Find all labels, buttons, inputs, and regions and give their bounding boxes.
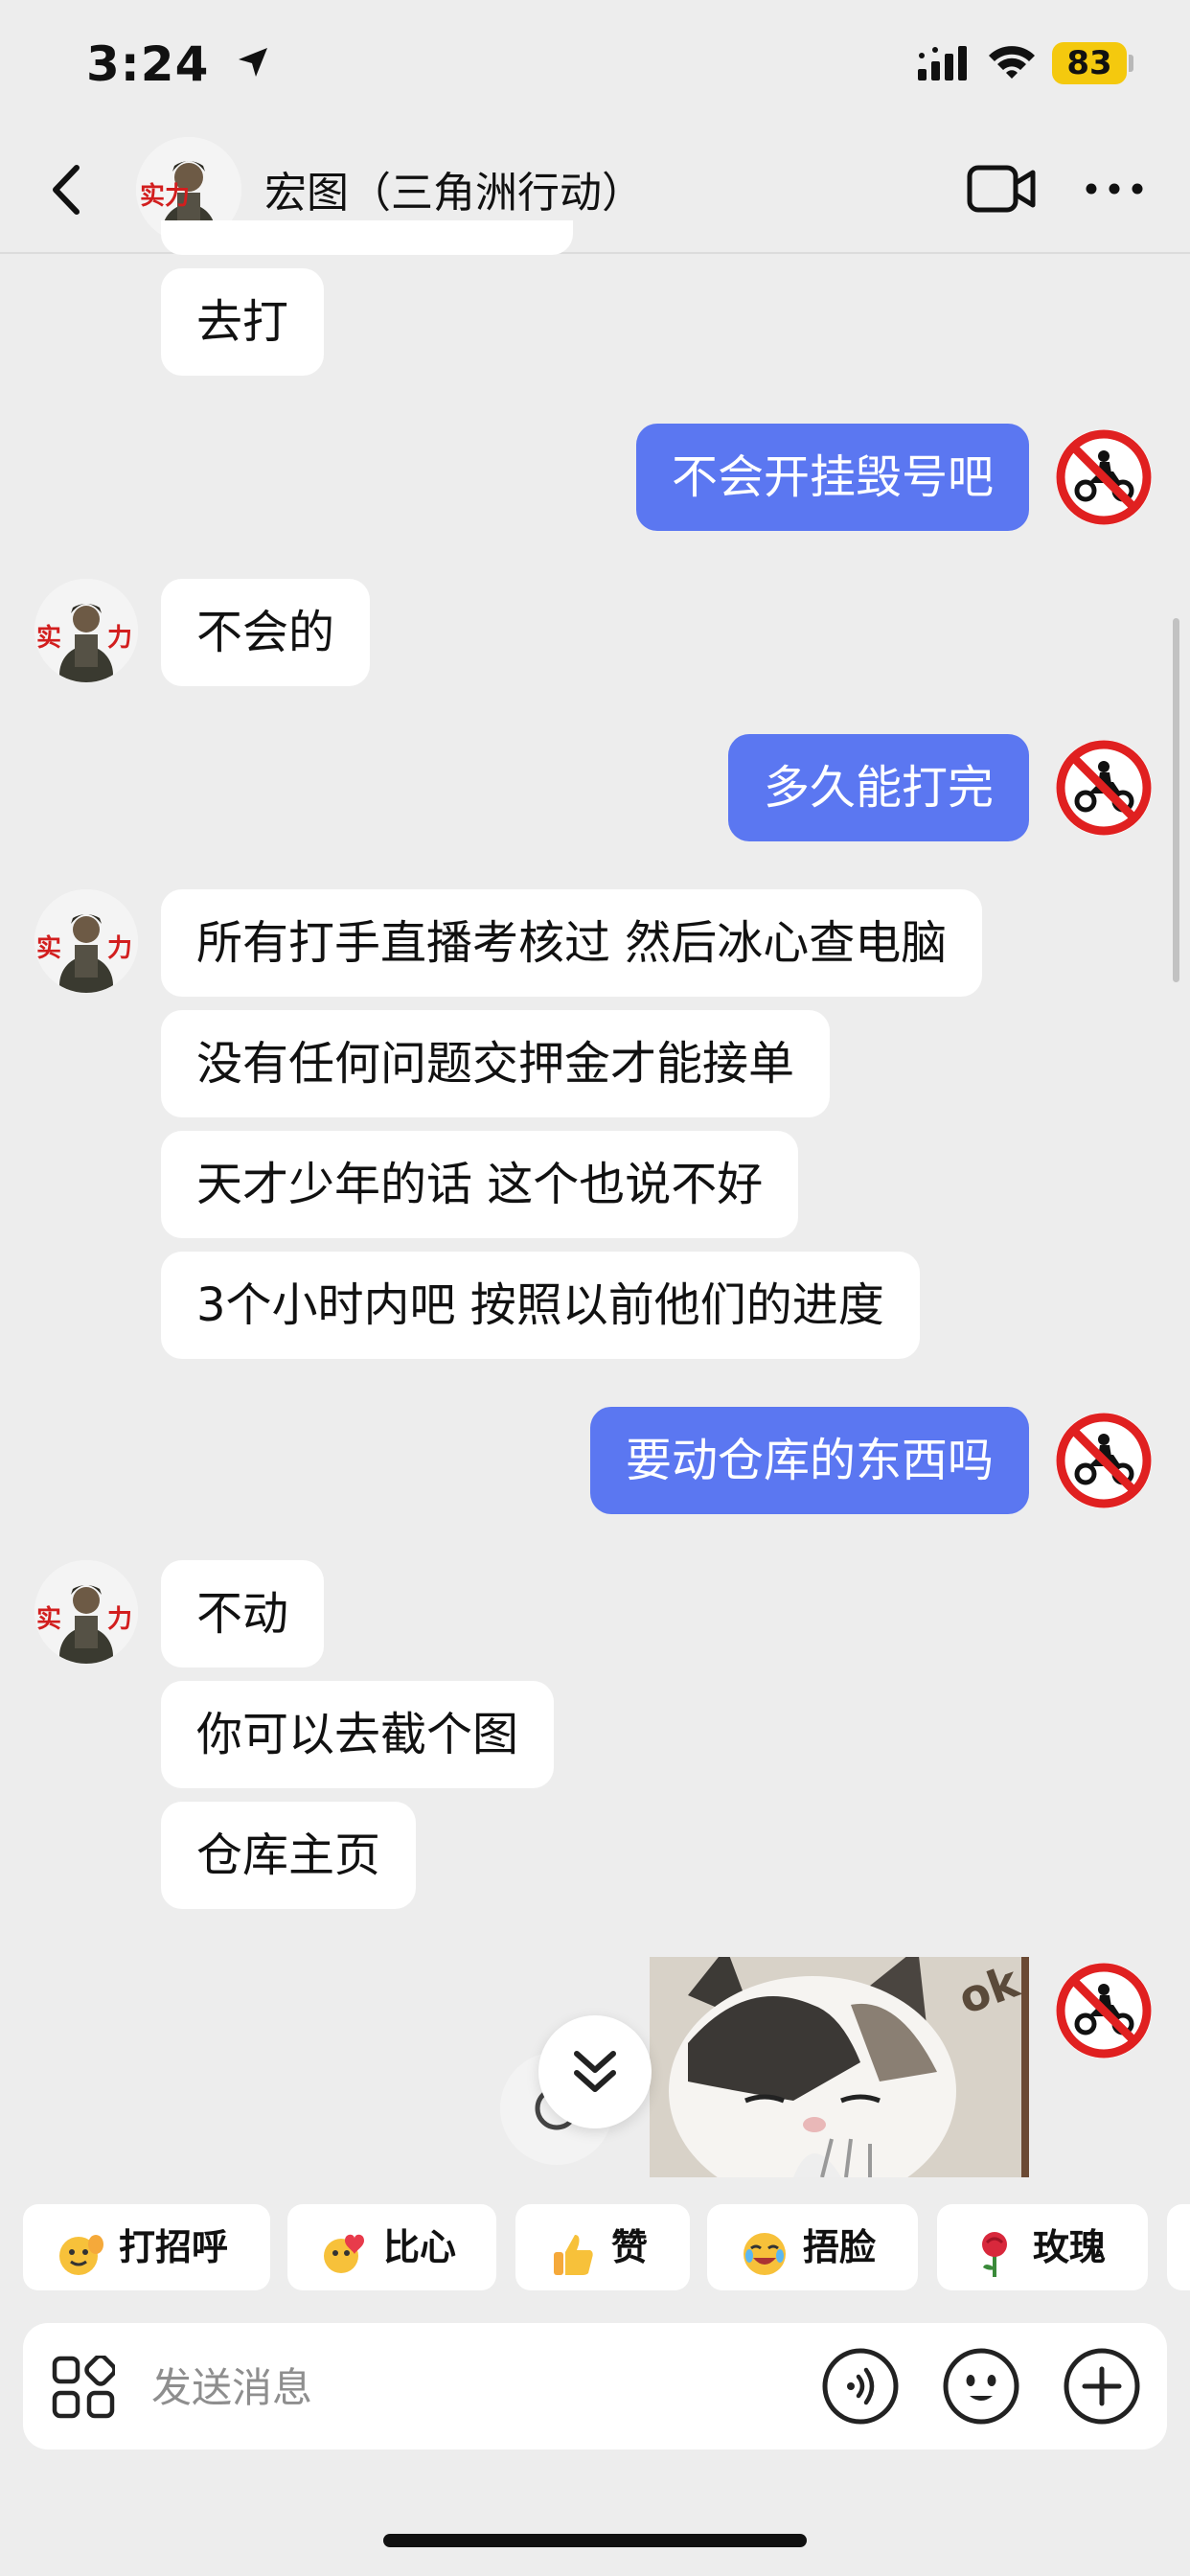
my-avatar[interactable] [1052, 1959, 1156, 2062]
wave-emoji-icon [56, 2223, 105, 2275]
chat-title: 宏图（三角洲行动） [264, 169, 644, 218]
svg-text:力: 力 [107, 624, 132, 653]
location-arrow-icon [235, 36, 271, 92]
status-bar: 3:24 83 [0, 0, 1190, 129]
message-bubble-incoming[interactable]: 不动 [161, 1560, 325, 1668]
contact-avatar-small[interactable]: 实 力 [34, 579, 138, 682]
svg-text:实: 实 [36, 933, 61, 963]
message-bubble-incoming[interactable]: 你可以去截个图 [161, 1681, 555, 1788]
avatar-badge-left: 实力 [140, 181, 190, 211]
quick-reply-chip-partial[interactable] [1167, 2204, 1190, 2290]
rose-emoji-icon [970, 2223, 1019, 2277]
plus-icon[interactable] [1062, 2346, 1142, 2426]
quick-reply-label: 捂脸 [803, 2226, 877, 2268]
message-bubble-incoming[interactable]: 去打 [161, 268, 325, 376]
message-bubble-outgoing[interactable]: 不会开挂毁号吧 [635, 424, 1029, 531]
battery-tip [1129, 55, 1133, 72]
wifi-icon [987, 42, 1037, 80]
contact-avatar-small[interactable]: 实 力 [34, 889, 138, 993]
scrollbar[interactable] [1173, 618, 1179, 982]
message-input[interactable] [149, 2352, 728, 2423]
no-motorcycle-icon [1056, 1413, 1152, 1508]
quick-reply-chip[interactable]: 打招呼 [23, 2204, 270, 2290]
message-bubble-outgoing[interactable]: 多久能打完 [727, 734, 1029, 841]
status-time-text: 3:24 [86, 36, 210, 92]
double-chevron-down-icon [574, 2051, 616, 2092]
message-bubble-incoming[interactable]: 3个小时内吧 按照以前他们的进度 [161, 1252, 920, 1359]
quick-reply-label: 玫瑰 [1033, 2226, 1107, 2268]
cellular-signal-icon [918, 46, 968, 80]
message-bubble-incoming[interactable]: 不会的 [161, 579, 371, 686]
no-motorcycle-icon [1056, 429, 1152, 525]
my-avatar[interactable] [1052, 736, 1156, 840]
battery-indicator: 83 [1052, 42, 1127, 84]
quick-reply-chip[interactable]: 玫瑰 [937, 2204, 1148, 2290]
quick-reply-label: 比心 [383, 2226, 457, 2268]
my-avatar[interactable] [1052, 1409, 1156, 1512]
svg-text:实: 实 [36, 1604, 61, 1634]
message-bubble-outgoing[interactable]: 要动仓库的东西吗 [589, 1407, 1029, 1514]
voice-input-icon[interactable] [820, 2346, 901, 2426]
contact-avatar-small[interactable]: 实 力 [34, 1560, 138, 1664]
heart-hands-emoji-icon [320, 2223, 370, 2273]
facepalm-emoji-icon [740, 2223, 790, 2275]
apps-grid-icon[interactable] [52, 2354, 117, 2419]
thumbs-up-emoji-icon [548, 2223, 598, 2275]
quick-reply-label: 赞 [611, 2226, 649, 2268]
no-motorcycle-icon [1056, 740, 1152, 836]
emoji-picker-icon[interactable] [941, 2346, 1021, 2426]
message-bubble-incoming[interactable]: 所有打手直播考核过 然后冰心查电脑 [161, 889, 983, 997]
quick-reply-label: 打招呼 [119, 2226, 229, 2268]
message-bubble-incoming[interactable]: 没有任何问题交押金才能接单 [161, 1010, 831, 1117]
message-bubble-incoming[interactable]: 天才少年的话 这个也说不好 [161, 1131, 799, 1238]
cat-ok-sticker[interactable]: ok [650, 1957, 1029, 2177]
back-arrow-icon[interactable] [38, 156, 96, 223]
message-input-bar [23, 2323, 1167, 2450]
svg-text:力: 力 [107, 1605, 132, 1634]
quick-reply-chip[interactable]: 捂脸 [707, 2204, 918, 2290]
video-call-icon[interactable] [966, 162, 1037, 216]
more-options-icon[interactable] [1083, 177, 1146, 200]
scroll-to-bottom-button[interactable] [538, 2015, 652, 2128]
message-bubble-partial [161, 220, 573, 255]
quick-reply-chip[interactable]: 赞 [515, 2204, 690, 2290]
my-avatar[interactable] [1052, 426, 1156, 529]
quick-reply-chip[interactable]: 比心 [287, 2204, 496, 2290]
status-time: 3:24 [86, 36, 271, 92]
svg-text:力: 力 [107, 934, 132, 963]
no-motorcycle-icon [1056, 1963, 1152, 2058]
svg-text:实: 实 [36, 623, 61, 653]
quick-reply-bar: 打招呼 比心 赞 捂脸 玫瑰 [0, 2204, 1190, 2294]
message-bubble-incoming[interactable]: 仓库主页 [161, 1802, 417, 1909]
home-indicator [383, 2534, 807, 2547]
